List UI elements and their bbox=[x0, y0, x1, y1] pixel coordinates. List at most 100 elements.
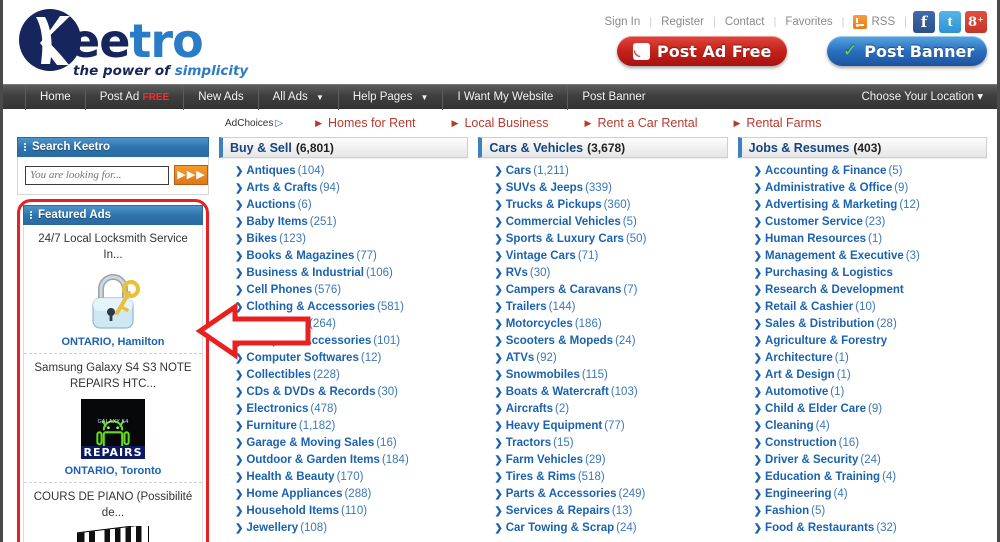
featured-ad-item[interactable]: 24/7 Local Locksmith Service In... ONTAR… bbox=[24, 225, 202, 355]
post-banner-label: Post Banner bbox=[864, 41, 975, 61]
category-link[interactable]: ❯ Trailers (144) bbox=[478, 298, 727, 315]
nav-post-ad[interactable]: Post Ad FREE bbox=[86, 84, 185, 110]
category-link[interactable]: ❯ Jewellery (108) bbox=[219, 519, 468, 536]
category-link[interactable]: ❯ Home Appliances (288) bbox=[219, 485, 468, 502]
category-link[interactable]: ❯ Commercial Vehicles (5) bbox=[478, 213, 727, 230]
category-link[interactable]: ❯ Cleaning (4) bbox=[738, 417, 987, 434]
category-link[interactable]: ❯ Cell Phones (576) bbox=[219, 281, 468, 298]
category-link[interactable]: ❯ Driver & Security (24) bbox=[738, 451, 987, 468]
category-link[interactable]: ❯ Arts & Crafts (94) bbox=[219, 179, 468, 196]
category-link[interactable]: ❯ Sales & Distribution (28) bbox=[738, 315, 987, 332]
category-link[interactable]: ❯ Heavy Equipment (77) bbox=[478, 417, 727, 434]
category-link[interactable]: ❯ Administrative & Office (9) bbox=[738, 179, 987, 196]
ad-link-rent-a-car-rental[interactable]: ▶ Rent a Car Rental bbox=[585, 116, 698, 130]
category-link[interactable]: ❯ Research & Development bbox=[738, 281, 987, 298]
category-link[interactable]: ❯ Business & Industrial (106) bbox=[219, 264, 468, 281]
featured-ad-item[interactable]: Samsung Galaxy S4 S3 NOTE REPAIRS HTC... bbox=[24, 354, 202, 484]
category-link[interactable]: ❯ Outdoor & Garden Items (184) bbox=[219, 451, 468, 468]
search-input[interactable] bbox=[25, 165, 169, 185]
category-link[interactable]: ❯ Computer Softwares (12) bbox=[219, 349, 468, 366]
category-link[interactable]: ❯ Household Items (110) bbox=[219, 502, 468, 519]
category-link[interactable]: ❯ Collectibles (228) bbox=[219, 366, 468, 383]
post-banner-button[interactable]: ✓ Post Banner bbox=[827, 36, 987, 66]
category-link[interactable]: ❯ Campers & Caravans (7) bbox=[478, 281, 727, 298]
ad-link-rental-farms[interactable]: ▶ Rental Farms bbox=[734, 116, 822, 130]
category-link[interactable]: ❯ Auctions (6) bbox=[219, 196, 468, 213]
category-name: Accounting & Finance bbox=[765, 164, 887, 177]
category-link[interactable]: ❯ Tires & Rims (518) bbox=[478, 468, 727, 485]
googleplus-icon[interactable]: 8⁺ bbox=[965, 11, 987, 33]
category-link[interactable]: ❯ Aircrafts (2) bbox=[478, 400, 727, 417]
category-link[interactable]: ❯ Computer Accessories (101) bbox=[219, 332, 468, 349]
category-link[interactable]: ❯ Services & Repairs (13) bbox=[478, 502, 727, 519]
choose-location-dropdown[interactable]: Choose Your Location ▾ bbox=[861, 85, 983, 110]
nav-post-banner[interactable]: Post Banner bbox=[568, 85, 659, 110]
category-link[interactable]: ❯ Electronics (478) bbox=[219, 400, 468, 417]
category-link[interactable]: ❯ Bikes (123) bbox=[219, 230, 468, 247]
category-link[interactable]: ❯ Education & Training (4) bbox=[738, 468, 987, 485]
chevron-right-icon: ❯ bbox=[753, 301, 763, 313]
category-link[interactable]: ❯ RVs (30) bbox=[478, 264, 727, 281]
category-link[interactable]: ❯ Child & Elder Care (9) bbox=[738, 400, 987, 417]
category-link[interactable]: ❯ Boats & Watercraft (103) bbox=[478, 383, 727, 400]
register-link[interactable]: Register bbox=[652, 16, 713, 28]
category-link[interactable]: ❯ Books & Magazines (77) bbox=[219, 247, 468, 264]
ad-link-local-business[interactable]: ▶ Local Business bbox=[452, 116, 549, 130]
category-link[interactable]: ❯ Accounting & Finance (5) bbox=[738, 162, 987, 179]
twitter-icon[interactable]: t bbox=[939, 11, 961, 33]
category-link[interactable]: ❯ Human Resources (1) bbox=[738, 230, 987, 247]
category-link[interactable]: ❯ Garage & Moving Sales (16) bbox=[219, 434, 468, 451]
category-link[interactable]: ❯ Architecture (1) bbox=[738, 349, 987, 366]
search-submit-button[interactable]: ▶ ▶ ▶ bbox=[174, 165, 208, 185]
featured-ad-item[interactable]: COURS DE PIANO (Possibilité de... QUEBEC… bbox=[24, 483, 202, 542]
category-link[interactable]: ❯ Management & Executive (3) bbox=[738, 247, 987, 264]
category-link[interactable]: ❯ Snowmobiles (115) bbox=[478, 366, 727, 383]
category-link[interactable]: ❯ Parts & Accessories (249) bbox=[478, 485, 727, 502]
category-link[interactable]: ❯ Sports & Luxury Cars (50) bbox=[478, 230, 727, 247]
category-link[interactable]: ❯ Advertising & Marketing (12) bbox=[738, 196, 987, 213]
rss-link[interactable]: RSS bbox=[844, 15, 904, 29]
category-link[interactable]: ❯ Tractors (15) bbox=[478, 434, 727, 451]
category-link[interactable]: ❯ Trucks & Pickups (360) bbox=[478, 196, 727, 213]
category-link[interactable]: ❯ Agriculture & Forestry bbox=[738, 332, 987, 349]
category-link[interactable]: ❯ Food & Restaurants (32) bbox=[738, 519, 987, 536]
category-link[interactable]: ❯ ATVs (92) bbox=[478, 349, 727, 366]
site-logo[interactable]: eetro the power of simplicity bbox=[17, 6, 248, 82]
category-link[interactable]: ❯ Cars (1,211) bbox=[478, 162, 727, 179]
nav-all-ads[interactable]: All Ads ▼ bbox=[259, 84, 339, 110]
category-link[interactable]: ❯ Purchasing & Logistics bbox=[738, 264, 987, 281]
category-link[interactable]: ❯ Health & Beauty (170) bbox=[219, 468, 468, 485]
ad-link-homes-for-rent[interactable]: ▶ Homes for Rent bbox=[315, 116, 415, 130]
category-link[interactable]: ❯ Furniture (1,182) bbox=[219, 417, 468, 434]
category-link[interactable]: ❯ Customer Service (23) bbox=[738, 213, 987, 230]
category-link[interactable]: ❯ Baby Items (251) bbox=[219, 213, 468, 230]
category-link[interactable]: ❯ Farm Vehicles (29) bbox=[478, 451, 727, 468]
category-link[interactable]: ❯ Construction (16) bbox=[738, 434, 987, 451]
adchoices-link[interactable]: AdChoices ▷ bbox=[225, 118, 283, 129]
category-link[interactable]: ❯ Car Towing & Scrap (24) bbox=[478, 519, 727, 536]
category-link[interactable]: ❯ Automotive (1) bbox=[738, 383, 987, 400]
category-link[interactable]: ❯ CDs & DVDs & Records (30) bbox=[219, 383, 468, 400]
category-name: Home Appliances bbox=[246, 487, 343, 500]
nav-home[interactable]: Home bbox=[25, 84, 86, 110]
category-link[interactable]: ❯ Computers (264) bbox=[219, 315, 468, 332]
signin-link[interactable]: Sign In bbox=[595, 16, 649, 28]
nav-help-pages[interactable]: Help Pages ▼ bbox=[339, 84, 444, 110]
category-link[interactable]: ❯ Engineering (4) bbox=[738, 485, 987, 502]
category-link[interactable]: ❯ Art & Design (1) bbox=[738, 366, 987, 383]
favorites-link[interactable]: Favorites bbox=[776, 16, 841, 28]
category-name: Aircrafts bbox=[505, 402, 554, 415]
contact-link[interactable]: Contact bbox=[716, 16, 774, 28]
facebook-icon[interactable]: f bbox=[913, 11, 935, 33]
category-link[interactable]: ❯ Clothing & Accessories (581) bbox=[219, 298, 468, 315]
nav-i-want-my-website[interactable]: I Want My Website bbox=[443, 84, 569, 110]
category-link[interactable]: ❯ SUVs & Jeeps (339) bbox=[478, 179, 727, 196]
category-link[interactable]: ❯ Antiques (104) bbox=[219, 162, 468, 179]
nav-new-ads[interactable]: New Ads bbox=[184, 84, 259, 110]
category-link[interactable]: ❯ Fashion (5) bbox=[738, 502, 987, 519]
post-ad-free-button[interactable]: Post Ad Free bbox=[617, 36, 787, 66]
category-link[interactable]: ❯ Motorcycles (186) bbox=[478, 315, 727, 332]
category-link[interactable]: ❯ Scooters & Mopeds (24) bbox=[478, 332, 727, 349]
category-link[interactable]: ❯ Vintage Cars (71) bbox=[478, 247, 727, 264]
category-link[interactable]: ❯ Retail & Cashier (10) bbox=[738, 298, 987, 315]
